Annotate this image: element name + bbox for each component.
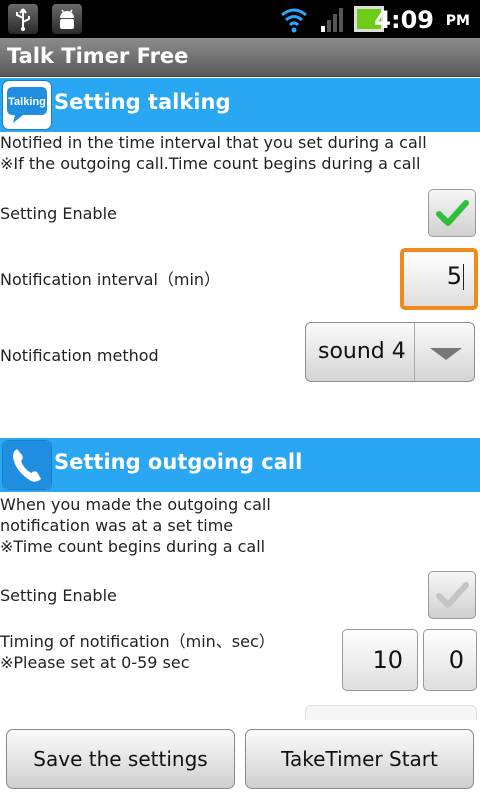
save-settings-button[interactable]: Save the settings (6, 729, 235, 789)
phone-icon (2, 440, 52, 490)
taketimer-start-button[interactable]: TakeTimer Start (245, 729, 474, 789)
talking-description-2: ※If the outgoing call.Time count begins … (0, 154, 421, 173)
outgoing-description-2: notification was at a set time (0, 516, 234, 535)
outgoing-enable-label: Setting Enable (0, 586, 117, 605)
clock-ampm: PM (445, 13, 470, 29)
checkmark-icon (436, 200, 469, 226)
signal-icon (318, 6, 344, 38)
seconds-input[interactable]: 0 (423, 629, 477, 691)
dropdown-arrow-icon (430, 348, 462, 360)
section-setting-talking: Talking Setting talking (0, 78, 480, 132)
app-title: Talk Timer Free (7, 44, 189, 68)
usb-icon (8, 4, 38, 34)
checkmark-disabled-icon (436, 582, 469, 608)
bottom-action-bar: Save the settings TakeTimer Start (0, 720, 480, 800)
interval-value: 5 (446, 262, 462, 290)
seconds-value: 0 (448, 646, 464, 674)
interval-input[interactable]: 5 (400, 248, 478, 310)
method-value: sound 4 (318, 339, 406, 364)
method-dropdown[interactable]: sound 4 (305, 322, 475, 382)
method-label: Notification method (0, 346, 159, 365)
section-title-talking: Setting talking (54, 90, 231, 114)
talking-enable-checkbox[interactable] (428, 189, 476, 237)
clock: 4:09 (374, 6, 434, 34)
app-title-bar: Talk Timer Free (0, 38, 480, 77)
wifi-icon (278, 4, 310, 38)
minutes-input[interactable]: 10 (342, 629, 418, 691)
status-bar: 4:09 PM (0, 0, 480, 38)
android-debug-icon (52, 4, 82, 34)
minutes-value: 10 (372, 646, 403, 674)
outgoing-enable-checkbox[interactable] (428, 571, 476, 619)
interval-label: Notification interval（min） (0, 270, 221, 289)
talking-bubble-icon: Talking (2, 80, 52, 130)
section-setting-outgoing-call: Setting outgoing call (0, 438, 480, 492)
section-title-outgoing: Setting outgoing call (54, 450, 303, 474)
outgoing-description-3: ※Time count begins during a call (0, 537, 266, 556)
outgoing-description-1: When you made the outgoing call (0, 495, 271, 514)
talking-enable-label: Setting Enable (0, 204, 117, 223)
talking-description-1: Notified in the time interval that you s… (0, 133, 427, 152)
timing-hint: ※Please set at 0-59 sec (0, 653, 190, 672)
timing-label: Timing of notification（min、sec） (0, 632, 275, 651)
text-cursor (463, 264, 464, 290)
svg-text:Talking: Talking (8, 96, 46, 108)
